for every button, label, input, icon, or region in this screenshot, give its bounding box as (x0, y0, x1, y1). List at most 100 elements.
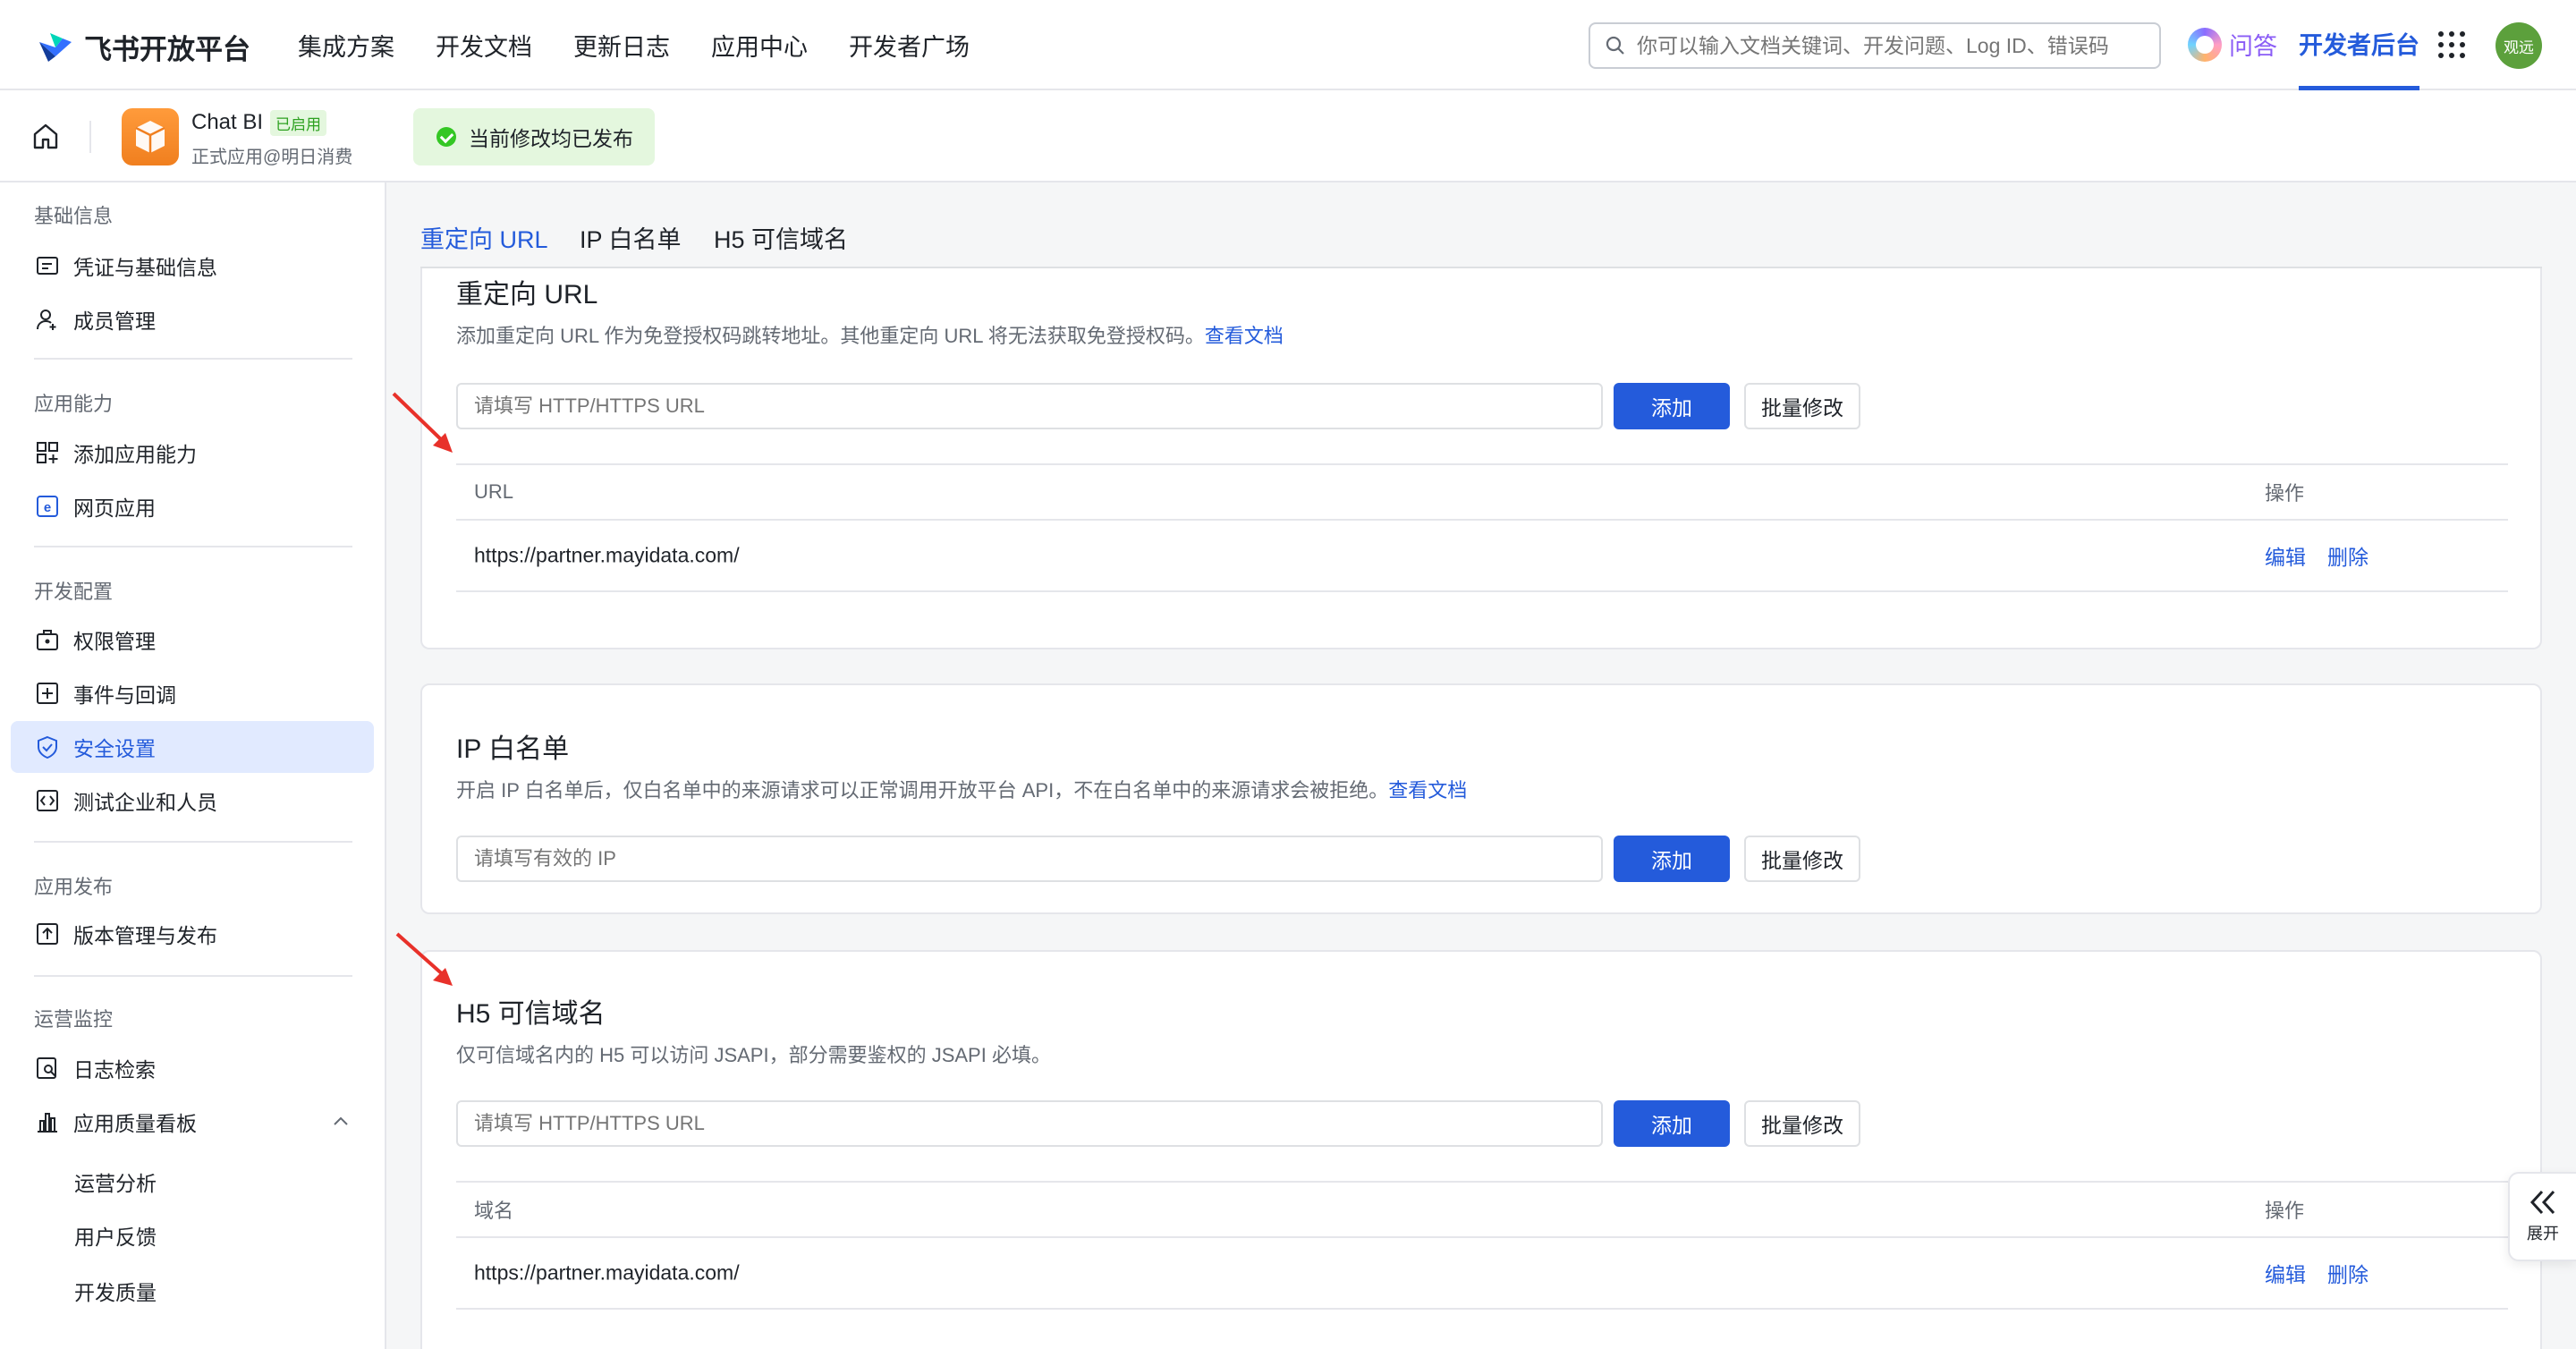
app-status-badge: 已启用 (270, 110, 326, 136)
column-header-domain: 域名 (474, 1200, 514, 1222)
sidebar-group-basic: 基础信息 (34, 205, 114, 227)
sidebar-divider (34, 841, 352, 843)
url-cell: https://partner.mayidata.com/ (474, 543, 740, 567)
sidebar: 基础信息 凭证与基础信息 成员管理 应用能力 添加应用能力 e 网页应用 开发配… (0, 182, 386, 1349)
sidebar-item-events[interactable]: 事件与回调 (11, 667, 374, 719)
sidebar-item-label: 网页应用 (73, 496, 156, 520)
user-add-icon (37, 310, 56, 330)
edit-link[interactable]: 编辑 (2265, 540, 2306, 571)
check-circle-icon (436, 127, 456, 147)
ai-orb-icon (2188, 27, 2222, 62)
id-card-icon (37, 257, 58, 275)
delete-link[interactable]: 删除 (2327, 1258, 2368, 1288)
shield-icon (38, 735, 57, 759)
briefcase-lock-icon (37, 630, 58, 650)
redirect-url-input[interactable] (456, 383, 1603, 429)
edit-link[interactable]: 编辑 (2265, 1258, 2306, 1288)
sidebar-item-version[interactable]: 版本管理与发布 (11, 908, 374, 960)
nav-link-docs[interactable]: 开发文档 (436, 28, 532, 63)
nav-link-app-center[interactable]: 应用中心 (711, 28, 808, 63)
sidebar-item-logs[interactable]: 日志检索 (11, 1042, 374, 1094)
h5-domain-input[interactable] (456, 1100, 1603, 1147)
table-header: 域名 操作 (456, 1181, 2508, 1238)
logo[interactable]: 飞书开放平台 (36, 27, 250, 67)
section-tabs: 重定向 URL IP 白名单 H5 可信域名 (420, 200, 2542, 273)
app-header: Chat BI 已启用 正式应用@明日消费 当前修改均已发布 (0, 90, 2576, 182)
sidebar-subitem-feedback[interactable]: 用户反馈 (74, 1220, 157, 1251)
sidebar-item-label: 测试企业和人员 (73, 791, 217, 814)
search-input[interactable] (1637, 33, 2138, 58)
batch-edit-button[interactable]: 批量修改 (1744, 1100, 1860, 1147)
sidebar-item-security[interactable]: 安全设置 (11, 721, 374, 773)
tab-ip-whitelist[interactable]: IP 白名单 (580, 220, 682, 273)
publish-status-text: 当前修改均已发布 (469, 127, 633, 150)
redirect-url-card: 重定向 URL 添加重定向 URL 作为免登授权码跳转地址。其他重定向 URL … (420, 268, 2542, 649)
sidebar-subitem-ops-analysis[interactable]: 运营分析 (74, 1167, 157, 1197)
section-description: 开启 IP 白名单后，仅白名单中的来源请求可以正常调用开放平台 API，不在白名… (456, 779, 1468, 802)
developer-console-link[interactable]: 开发者后台 (2299, 0, 2419, 90)
annotation-arrow-icon (395, 932, 453, 986)
feishu-logo-icon (39, 32, 72, 62)
nav-link-developer-square[interactable]: 开发者广场 (849, 28, 970, 63)
section-description: 仅可信域名内的 H5 可以访问 JSAPI，部分需要鉴权的 JSAPI 必填。 (456, 1044, 1051, 1066)
expand-label: 展开 (2527, 1225, 2559, 1243)
main-nav: 集成方案 开发文档 更新日志 应用中心 开发者广场 (298, 0, 1011, 90)
sidebar-item-label: 事件与回调 (73, 683, 176, 707)
sidebar-group-ability: 应用能力 (34, 393, 114, 415)
batch-edit-button[interactable]: 批量修改 (1744, 383, 1860, 429)
section-title: 重定向 URL (456, 280, 598, 310)
sidebar-item-label: 凭证与基础信息 (73, 256, 217, 279)
sidebar-group-release: 应用发布 (34, 876, 114, 898)
sidebar-subitem-dev-quality[interactable]: 开发质量 (74, 1276, 157, 1306)
doc-link[interactable]: 查看文档 (1205, 325, 1284, 347)
sidebar-item-label: 添加应用能力 (73, 443, 197, 466)
batch-edit-button[interactable]: 批量修改 (1744, 836, 1860, 882)
web-app-icon: e (37, 496, 58, 517)
sidebar-divider (34, 546, 352, 547)
log-search-icon (37, 1057, 56, 1079)
annotation-arrow-icon (392, 392, 453, 453)
domain-cell: https://partner.mayidata.com/ (474, 1260, 740, 1285)
sidebar-item-members[interactable]: 成员管理 (11, 293, 374, 345)
add-button[interactable]: 添加 (1614, 383, 1730, 429)
upload-box-icon (37, 923, 58, 945)
sidebar-item-add-ability[interactable]: 添加应用能力 (11, 427, 374, 479)
expand-panel-button[interactable]: 展开 (2508, 1172, 2576, 1261)
add-button[interactable]: 添加 (1614, 836, 1730, 882)
tab-h5-domain[interactable]: H5 可信域名 (714, 220, 848, 273)
ask-ai-button[interactable]: 问答 (2188, 27, 2277, 62)
sidebar-item-permissions[interactable]: 权限管理 (11, 614, 374, 666)
table-header: URL 操作 (456, 463, 2508, 521)
chevron-up-icon[interactable] (333, 1116, 349, 1126)
doc-link[interactable]: 查看文档 (1388, 779, 1467, 802)
add-button[interactable]: 添加 (1614, 1100, 1730, 1147)
search-icon (1606, 36, 1624, 55)
section-title: IP 白名单 (456, 734, 570, 764)
logo-text: 飞书开放平台 (84, 34, 250, 65)
top-navbar: 飞书开放平台 集成方案 开发文档 更新日志 应用中心 开发者广场 问答 开发者后… (0, 0, 2576, 90)
sidebar-item-credentials[interactable]: 凭证与基础信息 (11, 240, 374, 292)
code-box-icon (37, 790, 58, 811)
search-box[interactable] (1589, 22, 2161, 69)
sidebar-item-test-org[interactable]: 测试企业和人员 (11, 775, 374, 827)
user-avatar[interactable]: 观远 (2496, 22, 2542, 69)
nav-link-solutions[interactable]: 集成方案 (298, 28, 394, 63)
sidebar-group-ops: 运营监控 (34, 1008, 114, 1031)
sidebar-item-label: 应用质量看板 (73, 1112, 197, 1135)
h5-domain-card: H5 可信域名 仅可信域名内的 H5 可以访问 JSAPI，部分需要鉴权的 JS… (420, 950, 2542, 1349)
app-grid-icon[interactable] (2438, 31, 2465, 58)
sidebar-item-label: 日志检索 (73, 1058, 156, 1082)
sidebar-item-web-app[interactable]: e 网页应用 (11, 480, 374, 532)
home-icon[interactable] (30, 121, 61, 151)
divider (89, 121, 91, 153)
h5-domain-table: 域名 操作 https://partner.mayidata.com/ 编辑 删… (456, 1181, 2508, 1310)
tab-redirect-url[interactable]: 重定向 URL (420, 220, 548, 273)
bar-chart-icon (38, 1113, 57, 1133)
ip-input[interactable] (456, 836, 1603, 882)
redirect-url-table: URL 操作 https://partner.mayidata.com/ 编辑 … (456, 463, 2508, 592)
column-header-url: URL (474, 480, 514, 503)
delete-link[interactable]: 删除 (2327, 540, 2368, 571)
nav-link-changelog[interactable]: 更新日志 (573, 28, 670, 63)
table-row: https://partner.mayidata.com/ 编辑 删除 (456, 521, 2508, 592)
sidebar-item-quality[interactable]: 应用质量看板 (11, 1096, 374, 1148)
